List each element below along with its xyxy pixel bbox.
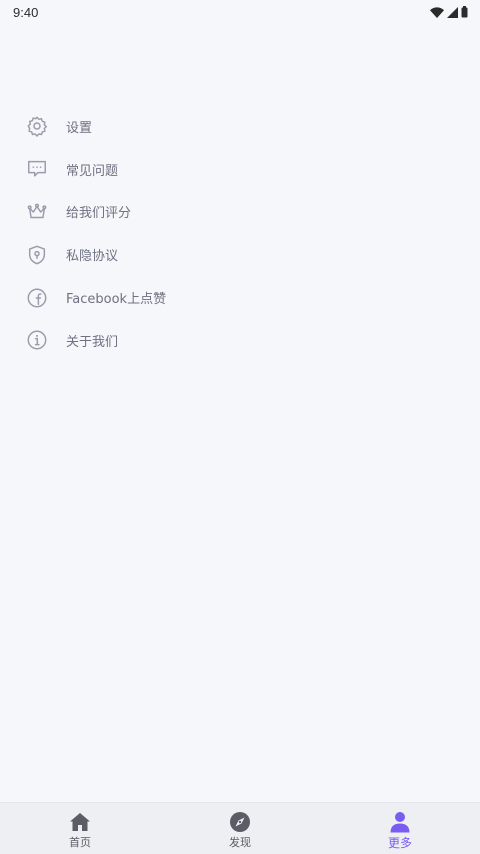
- home-icon: [69, 811, 91, 833]
- menu-label: 常见问题: [66, 163, 119, 179]
- cellular-icon: [447, 6, 458, 18]
- menu-label: Facebook上点赞: [66, 292, 167, 308]
- bottom-tab-bar: 首页 发现 更多: [0, 802, 480, 854]
- tab-discover[interactable]: 发现: [160, 803, 320, 854]
- menu-item-about-us[interactable]: 关于我们: [0, 319, 480, 362]
- menu-item-faq[interactable]: 常见问题: [0, 148, 480, 191]
- chat-bubble-icon: [26, 158, 48, 180]
- menu-item-facebook-like[interactable]: Facebook上点赞: [0, 276, 480, 319]
- info-icon: [26, 329, 48, 351]
- settings-gear-icon: [26, 115, 48, 138]
- tab-label: 发现: [229, 836, 251, 849]
- tab-home[interactable]: 首页: [0, 803, 160, 854]
- menu-item-settings[interactable]: 设置: [0, 105, 480, 148]
- status-time: 9:40: [13, 4, 39, 20]
- person-icon: [389, 811, 411, 833]
- menu-label: 私隐协议: [66, 249, 119, 265]
- facebook-icon: [26, 287, 48, 309]
- compass-icon: [229, 811, 251, 833]
- wifi-icon: [430, 6, 444, 18]
- crown-icon: [26, 201, 48, 223]
- menu-label: 给我们评分: [66, 206, 132, 222]
- tab-more[interactable]: 更多: [320, 803, 480, 854]
- status-icons: [430, 6, 468, 18]
- tab-label: 更多: [387, 836, 412, 850]
- battery-icon: [461, 6, 468, 18]
- tab-label: 首页: [69, 836, 91, 849]
- menu-item-privacy[interactable]: 私隐协议: [0, 233, 480, 276]
- menu-item-rate-us[interactable]: 给我们评分: [0, 191, 480, 234]
- menu-label: 设置: [66, 120, 93, 136]
- menu-label: 关于我们: [66, 334, 119, 350]
- more-menu-list: 设置 常见问题 给我们评分 私隐协议 Facebook上点赞 关于我们: [0, 105, 480, 362]
- shield-icon: [26, 244, 48, 266]
- status-bar: 9:40: [0, 0, 480, 24]
